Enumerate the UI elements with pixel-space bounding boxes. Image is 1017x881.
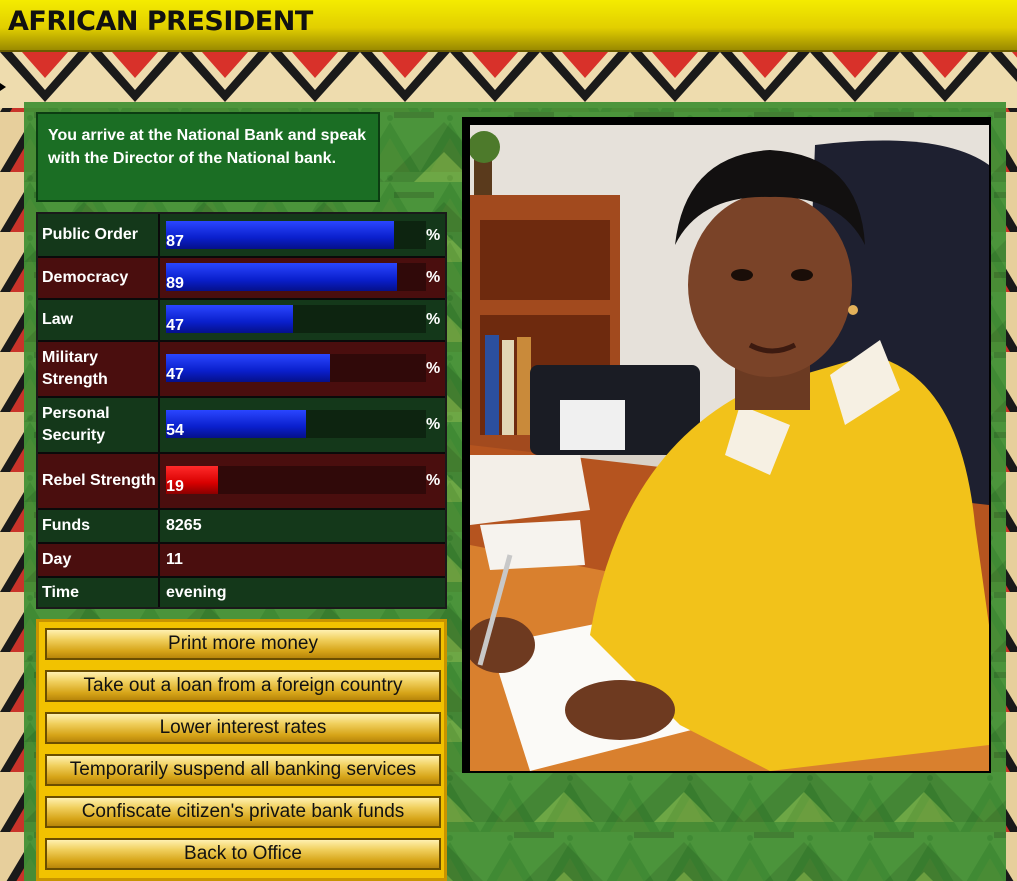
game-title: AFRICAN PRESIDENT xyxy=(8,6,313,37)
back-to-office-button[interactable]: Back to Office xyxy=(45,838,441,870)
stat-row-democracy: Democracy 89 % xyxy=(38,258,445,298)
info-row-funds: Funds 8265 xyxy=(38,510,445,542)
stat-unit: % xyxy=(426,472,441,489)
portrait-frame xyxy=(462,117,991,773)
stat-row-public-order: Public Order 87 % xyxy=(38,214,445,256)
stat-unit: % xyxy=(426,360,441,377)
stat-row-rebel-strength: Rebel Strength 19 % xyxy=(38,454,445,508)
info-value: evening xyxy=(166,584,227,601)
info-label: Funds xyxy=(38,510,160,542)
info-label: Time xyxy=(38,578,160,607)
stat-value: 54 xyxy=(166,422,184,439)
action-menu: Print more money Take out a loan from a … xyxy=(36,619,447,881)
stat-value: 89 xyxy=(166,275,184,292)
info-value: 8265 xyxy=(166,517,202,534)
stat-value: 19 xyxy=(166,478,184,495)
stat-row-military-strength: Military Strength 47 % xyxy=(38,342,445,396)
stat-row-law: Law 47 % xyxy=(38,300,445,340)
scene-description: You arrive at the National Bank and spea… xyxy=(36,112,380,202)
bank-director-portrait-icon xyxy=(470,125,989,771)
print-money-button[interactable]: Print more money xyxy=(45,628,441,660)
stat-unit: % xyxy=(426,227,441,244)
title-bar: AFRICAN PRESIDENT xyxy=(0,0,1017,52)
stat-value: 47 xyxy=(166,366,184,383)
info-row-day: Day 11 xyxy=(38,544,445,576)
confiscate-funds-button[interactable]: Confiscate citizen's private bank funds xyxy=(45,796,441,828)
foreign-loan-button[interactable]: Take out a loan from a foreign country xyxy=(45,670,441,702)
lower-interest-button[interactable]: Lower interest rates xyxy=(45,712,441,744)
info-value: 11 xyxy=(166,551,183,568)
info-row-time: Time evening xyxy=(38,578,445,607)
stat-unit: % xyxy=(426,269,441,286)
mouse-cursor-icon xyxy=(0,78,8,91)
info-label: Day xyxy=(38,544,160,576)
stat-value: 47 xyxy=(166,317,184,334)
stat-unit: % xyxy=(426,311,441,328)
stats-table: Public Order 87 % Democracy 89 % Law 47 … xyxy=(36,212,447,609)
stat-row-personal-security: Personal Security 54 % xyxy=(38,398,445,452)
stat-value: 87 xyxy=(166,233,184,250)
suspend-banking-button[interactable]: Temporarily suspend all banking services xyxy=(45,754,441,786)
stat-unit: % xyxy=(426,416,441,433)
